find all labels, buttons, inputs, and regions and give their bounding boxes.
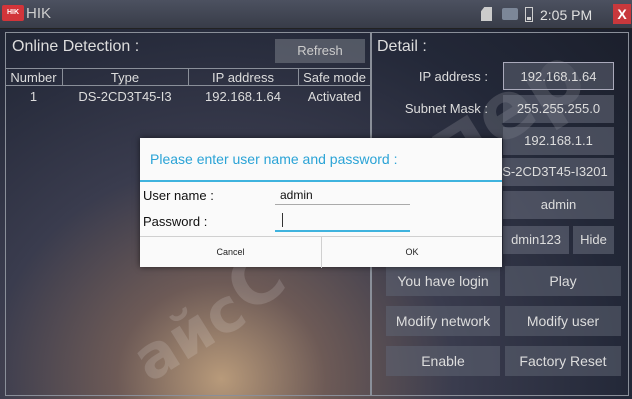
device-model-field[interactable]: S-2CD3T45-I3201 [496, 158, 614, 186]
app-logo: HIK [2, 5, 24, 21]
clock: 2:05 PM [540, 7, 593, 23]
device-username-field[interactable]: admin [503, 191, 614, 219]
login-status: You have login [386, 266, 500, 296]
cell-type: DS-2CD3T45-I3 [78, 89, 172, 104]
column-header-safe-mode: Safe mode [303, 70, 366, 85]
battery-icon [525, 7, 533, 22]
password-underline [275, 230, 410, 232]
factory-reset-button[interactable]: Factory Reset [505, 346, 621, 376]
cell-ip: 192.168.1.64 [205, 89, 281, 104]
subnet-mask-label: Subnet Mask : [404, 101, 488, 116]
column-header-ip: IP address [212, 70, 274, 85]
text-cursor [282, 213, 283, 227]
password-input[interactable] [280, 214, 410, 230]
cancel-button[interactable]: Cancel [140, 237, 321, 268]
ok-button[interactable]: OK [322, 237, 502, 268]
column-divider [188, 68, 189, 86]
username-underline [275, 204, 410, 205]
top-bar: HIK HIK 2:05 PM X [0, 0, 632, 29]
close-button[interactable]: X [613, 4, 631, 24]
modify-network-button[interactable]: Modify network [386, 306, 500, 336]
ip-address-field[interactable]: 192.168.1.64 [503, 62, 614, 90]
ip-address-label: IP address : [418, 69, 488, 84]
sd-card-icon [481, 7, 492, 21]
network-icon [502, 8, 518, 20]
cell-number: 1 [29, 89, 38, 104]
dialog-title: Please enter user name and password : [150, 151, 398, 167]
login-dialog: Please enter user name and password : Us… [140, 138, 502, 268]
column-divider [298, 68, 299, 86]
refresh-button[interactable]: Refresh [275, 39, 365, 63]
cell-safe-mode: Activated [307, 89, 362, 104]
play-button[interactable]: Play [505, 266, 621, 296]
enable-button[interactable]: Enable [386, 346, 500, 376]
column-divider [62, 68, 63, 86]
username-input[interactable]: admin [280, 188, 313, 202]
gateway-field[interactable]: 192.168.1.1 [503, 127, 614, 155]
table-row[interactable]: 1 DS-2CD3T45-I3 192.168.1.64 Activated [5, 88, 371, 106]
hide-password-button[interactable]: Hide [573, 226, 614, 254]
subnet-mask-field[interactable]: 255.255.255.0 [503, 95, 614, 123]
dialog-divider [140, 180, 502, 182]
device-password-field[interactable]: dmin123 [503, 226, 569, 254]
column-header-type: Type [110, 70, 140, 85]
online-detection-title: Online Detection : [12, 38, 140, 55]
app-title: HIK [26, 5, 52, 22]
dialog-button-bar: Cancel OK [140, 236, 502, 268]
username-label: User name : [143, 188, 214, 203]
column-header-number: Number [10, 70, 57, 85]
detail-title: Detail : [377, 38, 427, 55]
password-label: Password : [143, 214, 208, 229]
modify-user-button[interactable]: Modify user [505, 306, 621, 336]
